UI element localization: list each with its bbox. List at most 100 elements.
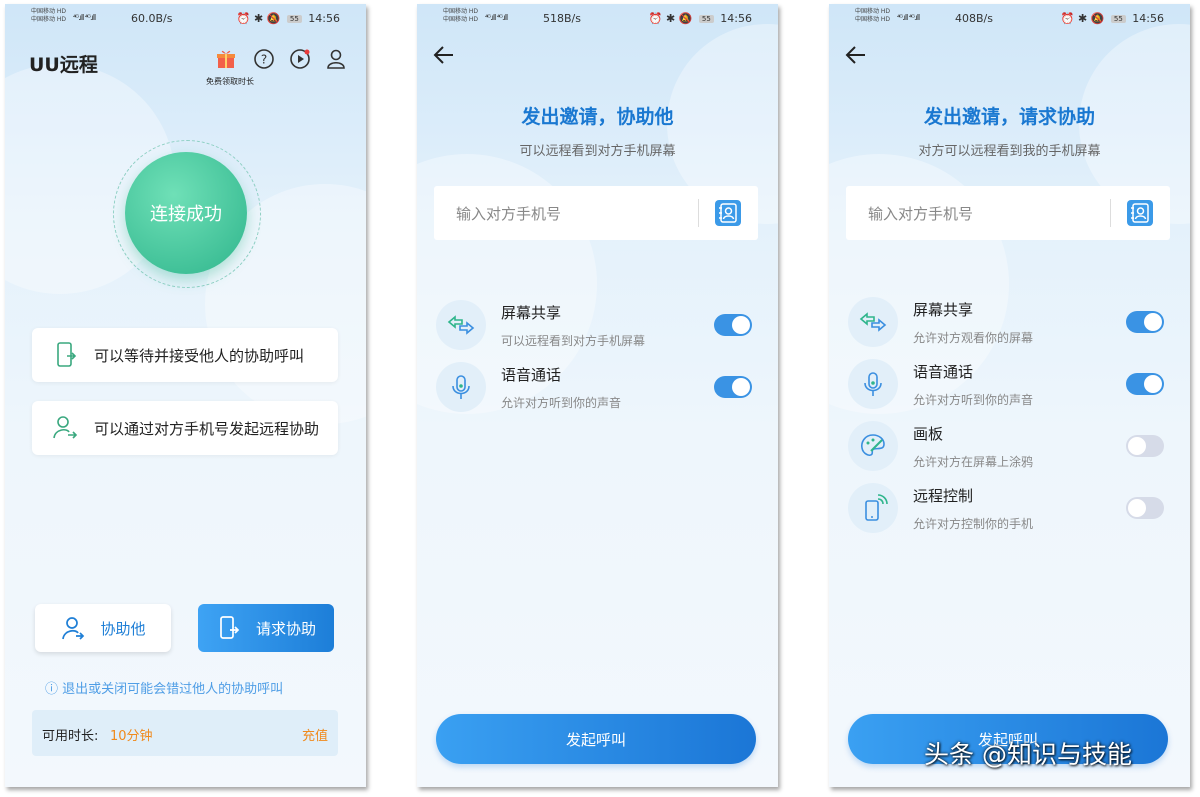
mute-icon: 🔕 — [1090, 12, 1105, 25]
request-help-screen: 中国移动 HD 中国移动 HD ⁴ᴳ.ıll ⁴ᴳ.ıll 408B/s ⏰ ✱… — [829, 4, 1190, 787]
feature-name-voice-call: 语音通话 — [913, 363, 974, 381]
alarm-icon: ⏰ — [1060, 12, 1075, 25]
toggle-voice-call[interactable] — [1126, 373, 1164, 395]
carrier-info: 中国移动 HD 中国移动 HD — [855, 8, 891, 23]
clock: 14:56 — [720, 12, 752, 25]
video-tutorial-icon[interactable] — [289, 48, 311, 70]
battery-icon: 55 — [1110, 15, 1126, 23]
screen-share-icon — [436, 300, 486, 350]
balance-value: 10分钟 — [110, 729, 153, 744]
clock: 14:56 — [1132, 12, 1164, 25]
info-card-label: 可以等待并接受他人的协助呼叫 — [94, 346, 305, 365]
contacts-icon[interactable] — [715, 200, 741, 226]
microphone-icon — [436, 362, 486, 412]
page-subtitle: 可以远程看到对方手机屏幕 — [519, 144, 676, 159]
mute-icon: 🔕 — [678, 12, 693, 25]
toggle-whiteboard[interactable] — [1126, 435, 1164, 457]
recharge-link[interactable]: 充值 — [302, 725, 328, 744]
help-icon[interactable]: ? — [253, 48, 275, 70]
palette-icon — [848, 421, 898, 471]
alarm-icon: ⏰ — [236, 12, 251, 25]
remote-control-icon — [848, 483, 898, 533]
network-speed: 518B/s — [543, 12, 581, 25]
status-bar: 中国移动 HD 中国移动 HD ⁴ᴳ.ıll ⁴ᴳ.ıll 408B/s ⏰ ✱… — [855, 7, 1164, 29]
balance-label: 可用时长: — [42, 729, 99, 744]
page-subtitle: 对方可以远程看到我的手机屏幕 — [918, 144, 1101, 159]
help-others-button[interactable]: 协助他 — [35, 604, 171, 652]
phone-number-field — [846, 186, 1170, 242]
help-others-label: 协助他 — [100, 619, 146, 638]
request-help-button[interactable]: 请求协助 — [198, 604, 334, 652]
gift-icon[interactable] — [215, 48, 237, 70]
toggle-knob — [732, 378, 750, 396]
toggle-knob — [1128, 437, 1146, 455]
toggle-remote-control[interactable] — [1126, 497, 1164, 519]
invite-help-screen: 中国移动 HD 中国移动 HD ⁴ᴳ.ıll ⁴ᴳ.ıll 518B/s ⏰ ✱… — [417, 4, 778, 787]
battery-icon: 55 — [286, 15, 302, 23]
feature-desc-voice-call: 允许对方听到你的声音 — [913, 393, 1034, 407]
connection-status-circle: 连接成功 — [125, 152, 247, 274]
feature-name-whiteboard: 画板 — [913, 425, 944, 443]
request-help-label: 请求协助 — [255, 619, 316, 638]
info-card-initiate: 可以通过对方手机号发起远程协助 — [32, 401, 338, 455]
status-right: ⏰ ✱ 🔕 55 14:56 — [1061, 12, 1164, 25]
bluetooth-icon: ✱ — [1077, 12, 1088, 25]
feature-name-voice-call: 语音通话 — [501, 366, 562, 384]
phone-number-input[interactable] — [866, 186, 1100, 242]
info-card-wait: 可以等待并接受他人的协助呼叫 — [32, 328, 338, 382]
balance-bar: 可用时长: 10分钟 充值 — [32, 710, 338, 756]
carrier-info: 中国移动 HD 中国移动 HD — [31, 8, 67, 23]
signal-icon: ⁴ᴳ.ıll ⁴ᴳ.ıll — [897, 13, 920, 22]
toggle-knob — [1128, 499, 1146, 517]
watermark: 头条 @知识与技能 — [924, 740, 1132, 769]
feature-name-remote-control: 远程控制 — [913, 487, 974, 505]
gift-label: 免费领取时长 — [206, 77, 254, 86]
toggle-knob — [1144, 313, 1162, 331]
toggle-screen-share[interactable] — [714, 314, 752, 336]
user-icon — [62, 617, 85, 640]
profile-icon[interactable] — [325, 48, 347, 70]
status-right: ⏰ ✱ 🔕 55 14:56 — [649, 12, 752, 25]
back-arrow-icon[interactable] — [843, 42, 869, 68]
toggle-voice-call[interactable] — [714, 376, 752, 398]
mute-icon: 🔕 — [266, 12, 281, 25]
divider — [1110, 199, 1111, 227]
toggle-screen-share[interactable] — [1126, 311, 1164, 333]
feature-desc-voice-call: 允许对方听到你的声音 — [501, 396, 622, 410]
signal-icon: ⁴ᴳ.ıll ⁴ᴳ.ıll — [73, 13, 96, 22]
feature-desc-whiteboard: 允许对方在屏幕上涂鸦 — [913, 455, 1034, 469]
toggle-knob — [1144, 375, 1162, 393]
home-screen: 中国移动 HD 中国移动 HD ⁴ᴳ.ıll ⁴ᴳ.ıll 60.0B/s ⏰ … — [5, 4, 366, 787]
user-arrow-icon — [53, 416, 78, 439]
info-card-label: 可以通过对方手机号发起远程协助 — [94, 419, 320, 438]
feature-desc-remote-control: 允许对方控制你的手机 — [913, 517, 1034, 531]
microphone-icon — [848, 359, 898, 409]
phone-number-input[interactable] — [454, 186, 688, 242]
alarm-icon: ⏰ — [648, 12, 663, 25]
contacts-icon[interactable] — [1127, 200, 1153, 226]
clock: 14:56 — [308, 12, 340, 25]
warning-text: ⓘ 退出或关闭可能会错过他人的协助呼叫 — [45, 682, 284, 697]
status-bar: 中国移动 HD 中国移动 HD ⁴ᴳ.ıll ⁴ᴳ.ıll 518B/s ⏰ ✱… — [443, 7, 752, 29]
svg-text:?: ? — [261, 53, 267, 67]
status-bar: 中国移动 HD 中国移动 HD ⁴ᴳ.ıll ⁴ᴳ.ıll 60.0B/s ⏰ … — [31, 7, 340, 29]
screen-share-icon — [848, 297, 898, 347]
feature-desc-screen-share: 可以远程看到对方手机屏幕 — [501, 334, 646, 348]
start-call-button[interactable]: 发起呼叫 — [436, 714, 756, 764]
back-arrow-icon[interactable] — [431, 42, 457, 68]
feature-name-screen-share: 屏幕共享 — [501, 304, 562, 322]
battery-icon: 55 — [698, 15, 714, 23]
phone-number-field — [434, 186, 758, 242]
page-title: 发出邀请，请求协助 — [923, 106, 1095, 128]
network-speed: 408B/s — [955, 12, 993, 25]
feature-desc-screen-share: 允许对方观看你的屏幕 — [913, 331, 1034, 345]
page-title: 发出邀请，协助他 — [521, 106, 674, 128]
app-title: UU远程 — [29, 54, 98, 76]
bluetooth-icon: ✱ — [665, 12, 676, 25]
phone-incoming-icon — [57, 342, 77, 367]
network-speed: 60.0B/s — [131, 12, 173, 25]
signal-icon: ⁴ᴳ.ıll ⁴ᴳ.ıll — [485, 13, 508, 22]
carrier-info: 中国移动 HD 中国移动 HD — [443, 8, 479, 23]
status-right: ⏰ ✱ 🔕 55 14:56 — [237, 12, 340, 25]
bluetooth-icon: ✱ — [253, 12, 264, 25]
